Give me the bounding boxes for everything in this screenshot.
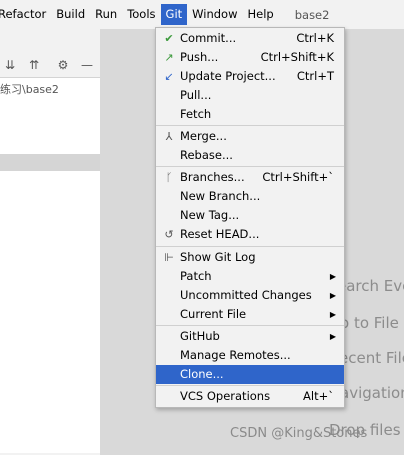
git-uncommitted-item[interactable]: Uncommitted Changes ▶ xyxy=(156,286,344,305)
git-manage-remotes-label: Manage Remotes... xyxy=(180,348,291,362)
project-toolstrip: ⇊ ⇈ ⚙ — xyxy=(0,54,100,78)
menu-separator xyxy=(156,125,344,126)
submenu-arrow-icon: ▶ xyxy=(329,291,336,300)
check-icon: ✔ xyxy=(164,32,174,45)
git-pull-item[interactable]: Pull... xyxy=(156,86,344,105)
git-github-label: GitHub xyxy=(180,329,220,343)
watermark-text: CSDN @King&Stones xyxy=(230,426,368,441)
expand-all-icon[interactable]: ⇊ xyxy=(3,58,17,72)
reset-icon: ↺ xyxy=(164,228,174,241)
menu-run[interactable]: Run xyxy=(90,4,122,25)
hint-navigation-bar: avigation xyxy=(340,384,404,402)
menu-help[interactable]: Help xyxy=(243,4,279,25)
menu-tools[interactable]: Tools xyxy=(122,4,160,25)
git-clone-label: Clone... xyxy=(180,367,224,381)
menu-separator xyxy=(156,385,344,386)
selected-tree-row[interactable] xyxy=(0,154,100,171)
menu-refactor[interactable]: Refactor xyxy=(0,4,51,25)
menu-git[interactable]: Git xyxy=(160,4,188,25)
push-arrow-icon: ↗ xyxy=(164,51,174,64)
git-branches-item[interactable]: ᚴ Branches... Ctrl+Shift+` xyxy=(156,168,344,187)
git-log-icon: ⊩ xyxy=(164,251,174,264)
git-update-shortcut: Ctrl+T xyxy=(296,69,334,83)
git-new-branch-label: New Branch... xyxy=(180,189,261,203)
menu-separator xyxy=(156,166,344,167)
submenu-arrow-icon: ▶ xyxy=(329,332,336,341)
hint-recent-files: ecent File xyxy=(339,349,404,367)
git-commit-shortcut: Ctrl+K xyxy=(296,31,334,45)
git-github-item[interactable]: GitHub ▶ xyxy=(156,327,344,346)
git-commit-label: Commit... xyxy=(180,31,237,45)
hint-go-to-file: o to File xyxy=(340,314,399,332)
git-new-branch-item[interactable]: New Branch... xyxy=(156,187,344,206)
git-current-file-label: Current File xyxy=(180,307,247,321)
git-commit-item[interactable]: ✔ Commit... Ctrl+K xyxy=(156,29,344,48)
git-patch-label: Patch xyxy=(180,269,212,283)
git-vcs-operations-shortcut: Alt+` xyxy=(303,389,334,403)
git-show-log-item[interactable]: ⊩ Show Git Log xyxy=(156,248,344,267)
git-fetch-label: Fetch xyxy=(180,107,212,121)
hint-search-everywhere: earch Eve xyxy=(337,277,404,295)
git-push-label: Push... xyxy=(180,50,219,64)
git-rebase-label: Rebase... xyxy=(180,148,233,162)
git-menu-dropdown: ✔ Commit... Ctrl+K ↗ Push... Ctrl+Shift+… xyxy=(155,27,345,408)
menu-separator xyxy=(156,246,344,247)
merge-icon: ⅄ xyxy=(165,130,173,143)
git-merge-label: Merge... xyxy=(180,129,227,143)
git-update-label: Update Project... xyxy=(180,69,276,83)
menu-build[interactable]: Build xyxy=(51,4,90,25)
git-current-file-item[interactable]: Current File ▶ xyxy=(156,305,344,324)
submenu-arrow-icon: ▶ xyxy=(329,310,336,319)
git-branches-label: Branches... xyxy=(180,170,245,184)
git-vcs-operations-item[interactable]: VCS Operations Alt+` xyxy=(156,387,344,406)
minimize-icon[interactable]: — xyxy=(80,58,94,72)
git-manage-remotes-item[interactable]: Manage Remotes... xyxy=(156,346,344,365)
gear-icon[interactable]: ⚙ xyxy=(56,58,70,72)
git-pull-label: Pull... xyxy=(180,88,212,102)
git-push-shortcut: Ctrl+Shift+K xyxy=(260,50,334,64)
git-new-tag-label: New Tag... xyxy=(180,208,240,222)
git-rebase-item[interactable]: Rebase... xyxy=(156,146,344,165)
git-branches-shortcut: Ctrl+Shift+` xyxy=(262,170,334,184)
git-show-log-label: Show Git Log xyxy=(180,250,256,264)
update-arrow-icon: ↙ xyxy=(164,70,174,83)
git-push-item[interactable]: ↗ Push... Ctrl+Shift+K xyxy=(156,48,344,67)
git-uncommitted-label: Uncommitted Changes xyxy=(180,288,312,302)
git-merge-item[interactable]: ⅄ Merge... xyxy=(156,127,344,146)
branch-icon: ᚴ xyxy=(165,171,173,184)
collapse-all-icon[interactable]: ⇈ xyxy=(27,58,41,72)
main-menubar: Refactor Build Run Tools Git Window Help… xyxy=(0,0,404,29)
project-path[interactable]: 练习\base2 xyxy=(0,81,59,97)
menu-separator xyxy=(156,325,344,326)
menu-window[interactable]: Window xyxy=(187,4,242,25)
git-update-item[interactable]: ↙ Update Project... Ctrl+T xyxy=(156,67,344,86)
git-fetch-item[interactable]: Fetch xyxy=(156,105,344,124)
git-clone-item[interactable]: Clone... xyxy=(156,365,344,384)
submenu-arrow-icon: ▶ xyxy=(329,272,336,281)
git-reset-head-label: Reset HEAD... xyxy=(180,227,260,241)
git-vcs-operations-label: VCS Operations xyxy=(180,389,271,403)
project-tree: 练习\base2 xyxy=(0,78,100,453)
git-patch-item[interactable]: Patch ▶ xyxy=(156,267,344,286)
git-new-tag-item[interactable]: New Tag... xyxy=(156,206,344,225)
project-name: base2 xyxy=(294,7,330,22)
git-reset-head-item[interactable]: ↺ Reset HEAD... xyxy=(156,225,344,244)
